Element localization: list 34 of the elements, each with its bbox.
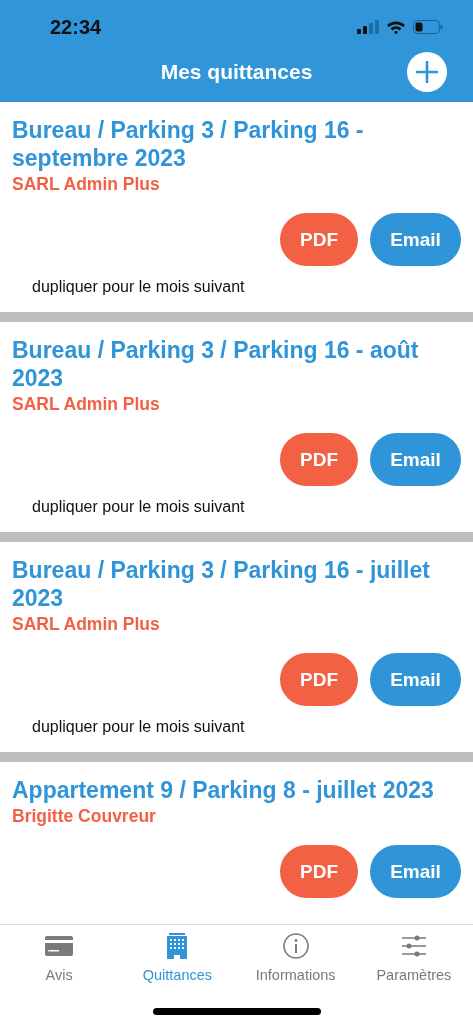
credit-card-icon (45, 933, 74, 959)
email-button[interactable]: Email (370, 845, 461, 898)
plus-icon (416, 61, 438, 83)
email-button[interactable]: Email (370, 653, 461, 706)
tab-item[interactable]: Informations (236, 933, 355, 993)
building-icon (167, 933, 188, 959)
pdf-button[interactable]: PDF (280, 845, 358, 898)
pdf-button[interactable]: PDF (280, 213, 358, 266)
duplicate-link[interactable]: dupliquer pour le mois suivant (32, 278, 461, 296)
pdf-button[interactable]: PDF (280, 653, 358, 706)
tenant-name: Brigitte Couvreur (12, 806, 157, 827)
info-icon (282, 933, 309, 959)
tab-item[interactable]: Avis (0, 933, 119, 993)
receipt-title: Appartement 9 / Parking 8 - juillet 2023 (12, 776, 435, 804)
add-button[interactable] (407, 52, 447, 92)
pdf-button[interactable]: PDF (280, 433, 358, 486)
tenant-name: SARL Admin Plus (12, 174, 161, 195)
receipt-title: Bureau / Parking 3 / Parking 16 - septembre 2023 (12, 116, 365, 172)
tab-item[interactable]: Paramètres (354, 933, 473, 993)
sliders-icon (400, 933, 427, 959)
receipt-title: Bureau / Parking 3 / Parking 16 - août 2023 (12, 336, 420, 392)
battery-icon (413, 20, 443, 34)
wifi-icon (386, 19, 406, 35)
email-button[interactable]: Email (370, 433, 461, 486)
tab-item[interactable]: Quittances (118, 933, 237, 993)
email-button[interactable]: Email (370, 213, 461, 266)
signal-icon (357, 20, 379, 34)
screen-title: Mes quittances (160, 60, 313, 84)
tenant-name: SARL Admin Plus (12, 614, 161, 635)
receipt-title: Bureau / Parking 3 / Parking 16 - juillet 2023 (12, 556, 431, 612)
duplicate-link[interactable]: dupliquer pour le mois suivant (32, 498, 461, 516)
tenant-name: SARL Admin Plus (12, 394, 161, 415)
status-time: 22:34 (50, 15, 102, 39)
duplicate-link[interactable]: dupliquer pour le mois suivant (32, 718, 461, 736)
